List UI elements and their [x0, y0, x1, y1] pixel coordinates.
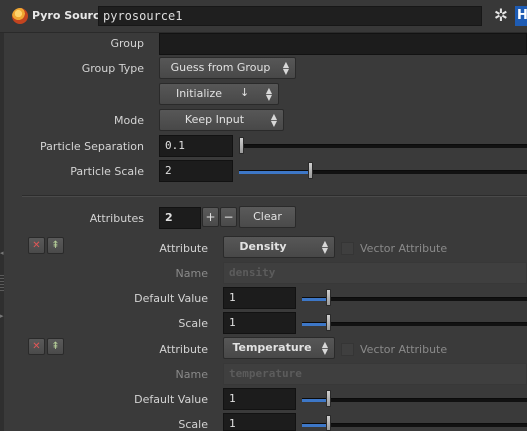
vector-attribute-checkbox[interactable] [341, 242, 354, 255]
scale-label: Scale [178, 418, 208, 431]
section-separator [22, 195, 527, 197]
down-arrow-icon: ↓ [240, 86, 250, 99]
group-type-value: Guess from Group [170, 61, 271, 74]
collapse-arrow-icon[interactable]: ◂ [0, 250, 4, 257]
updown-arrows-icon: ▲ ▼ [321, 340, 328, 356]
clear-attributes-button[interactable]: Clear [239, 206, 296, 228]
mode-label: Mode [114, 114, 144, 127]
particle-scale-label: Particle Scale [70, 165, 144, 178]
name-field: temperature [223, 363, 527, 385]
scale-slider-track[interactable] [302, 423, 527, 427]
group-type-label: Group Type [81, 62, 144, 75]
mode-dropdown[interactable]: Keep Input ▲ ▼ [159, 109, 284, 131]
particle-separation-label: Particle Separation [40, 140, 144, 153]
attribute-value: Density [239, 240, 287, 253]
particle-scale-field[interactable]: 2 [159, 160, 233, 182]
attribute-value: Temperature [232, 341, 312, 354]
scale-slider-track[interactable] [302, 322, 527, 326]
slider-fill [302, 323, 328, 326]
slider-fill [302, 399, 328, 402]
mode-value: Keep Input [184, 113, 245, 126]
default-value-slider-knob[interactable] [326, 390, 331, 407]
default-value-slider-track[interactable] [302, 297, 527, 301]
scale-field[interactable]: 1 [223, 312, 296, 334]
group-type-dropdown[interactable]: Guess from Group ▲ ▼ [159, 57, 296, 79]
slider-fill [239, 171, 311, 174]
vector-attribute-label: Vector Attribute [360, 343, 448, 356]
node-name-field[interactable]: pyrosource1 [98, 6, 482, 26]
default-value-label: Default Value [134, 292, 208, 305]
updown-arrows-icon: ▲ ▼ [265, 86, 272, 102]
attributes-count-field[interactable]: 2 [159, 207, 201, 229]
particle-separation-field[interactable]: 0.1 [159, 135, 233, 157]
default-value-slider-knob[interactable] [326, 289, 331, 306]
help-button[interactable]: H [515, 6, 527, 26]
name-label: Name [175, 368, 208, 381]
group-label: Group [110, 37, 145, 50]
node-type-label: Pyro Source [32, 9, 107, 22]
particle-scale-slider-track[interactable] [239, 170, 527, 174]
initialize-dropdown[interactable]: Initialize ↓ ▲ ▼ [159, 83, 279, 105]
particle-scale-slider-knob[interactable] [308, 162, 313, 179]
initialize-value: Initialize [175, 87, 223, 100]
slider-fill [302, 298, 328, 301]
scale-slider-knob[interactable] [326, 314, 331, 331]
default-value-label: Default Value [134, 393, 208, 406]
attributes-label: Attributes [89, 212, 144, 225]
particle-separation-slider-knob[interactable] [239, 137, 244, 154]
drag-handle[interactable] [0, 275, 4, 293]
pyro-source-icon [12, 8, 28, 24]
updown-arrows-icon: ▲ ▼ [270, 112, 277, 128]
updown-arrows-icon: ▲ ▼ [321, 239, 328, 255]
left-gutter [0, 33, 4, 431]
group-field[interactable] [159, 33, 527, 55]
scale-label: Scale [178, 317, 208, 330]
scale-field[interactable]: 1 [223, 413, 296, 431]
updown-arrows-icon: ▲ ▼ [282, 60, 289, 76]
particle-separation-slider-track[interactable] [239, 144, 527, 148]
default-value-slider-track[interactable] [302, 398, 527, 402]
expand-arrow-icon[interactable]: ▸ [0, 313, 4, 320]
attribute-label: Attribute [159, 343, 208, 356]
vector-attribute-label: Vector Attribute [360, 242, 448, 255]
add-attribute-button[interactable]: + [202, 207, 219, 227]
attribute-dropdown[interactable]: Temperature ▲ ▼ [223, 337, 335, 359]
slider-fill [302, 424, 328, 427]
vector-attribute-checkbox[interactable] [341, 343, 354, 356]
default-value-field[interactable]: 1 [223, 287, 296, 309]
remove-attribute-button[interactable]: − [220, 207, 237, 227]
name-label: Name [175, 267, 208, 280]
attribute-dropdown[interactable]: Density ▲ ▼ [223, 236, 335, 258]
name-field: density [223, 262, 527, 284]
attribute-label: Attribute [159, 242, 208, 255]
default-value-field[interactable]: 1 [223, 388, 296, 410]
gear-icon[interactable]: ✲ [489, 5, 513, 27]
scale-slider-knob[interactable] [326, 415, 331, 431]
